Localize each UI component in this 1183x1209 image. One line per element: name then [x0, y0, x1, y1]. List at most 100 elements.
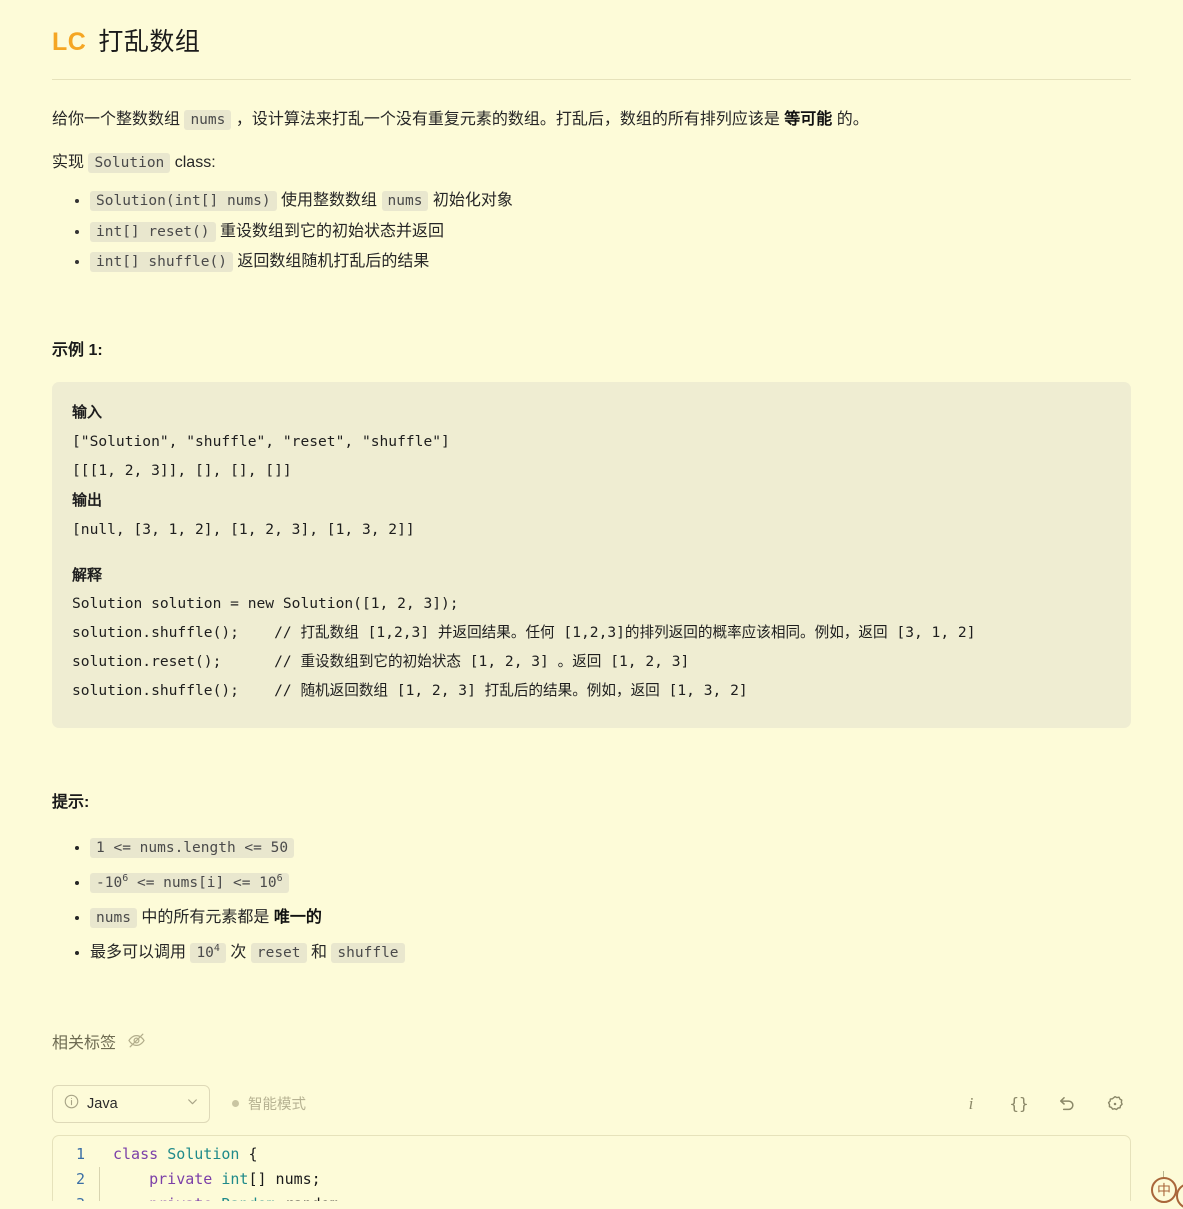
inline-code-signature: int[] shuffle() — [90, 252, 233, 273]
list-item: -106 <= nums[i] <= 106 — [90, 865, 1131, 900]
hint-text: 最多可以调用 — [90, 944, 191, 962]
desc-bold-equally-likely: 等可能 — [784, 111, 833, 128]
code-editor[interactable]: 1 class Solution { 2 private int[] nums;… — [52, 1134, 1131, 1201]
example-explain-line: solution.shuffle(); // 打乱数组 [1,2,3] 并返回结… — [72, 624, 976, 642]
call-count-exponent: 4 — [213, 943, 220, 955]
eye-off-icon[interactable] — [127, 1031, 146, 1050]
method-text-tail: 初始化对象 — [428, 191, 513, 209]
desc-text-1b: ，设计算法来打乱一个没有重复元素的数组。打乱后，数组的所有排列应该是 — [231, 111, 785, 128]
list-item: int[] reset() 重设数组到它的初始状态并返回 — [90, 217, 1131, 248]
language-select-value: Java — [87, 1095, 118, 1112]
example-heading: 示例 1: — [52, 342, 103, 360]
title-row: LC 打乱数组 — [52, 22, 1131, 58]
method-text: 重设数组到它的初始状态并返回 — [215, 222, 444, 240]
list-item: nums 中的所有元素都是 唯一的 — [90, 900, 1131, 935]
example-explain-line: solution.shuffle(); // 随机返回数组 [1, 2, 3] … — [72, 682, 748, 700]
constraint-exponent: 6 — [276, 873, 283, 885]
code-line: 3 private Random random; — [53, 1191, 1130, 1201]
constraint-pre: -10 — [96, 875, 123, 892]
desc-text-2b: class: — [170, 153, 216, 171]
code-content[interactable]: private Random random; — [97, 1191, 348, 1201]
list-item: 1 <= nums.length <= 50 — [90, 830, 1131, 865]
line-number: 3 — [53, 1192, 97, 1201]
example-explain-line: solution.reset(); // 重设数组到它的初始状态 [1, 2, … — [72, 653, 690, 671]
constraint-mid: <= nums[i] <= 10 — [128, 875, 277, 892]
related-tags-label: 相关标签 — [52, 1034, 117, 1052]
hint-text: 次 — [225, 944, 251, 962]
inline-code-constraint: -106 <= nums[i] <= 106 — [90, 873, 289, 894]
code-token: random; — [276, 1195, 348, 1201]
hint-text: 和 — [306, 944, 332, 962]
line-number: 1 — [75, 1144, 85, 1163]
undo-icon[interactable] — [1057, 1094, 1077, 1114]
code-line: 1 class Solution { — [53, 1142, 1130, 1167]
ime-indicator[interactable]: 中 — [1151, 1171, 1183, 1209]
settings-gear-icon[interactable] — [1105, 1094, 1125, 1114]
code-token: Solution — [167, 1144, 240, 1163]
ime-language-badge[interactable]: 中 — [1151, 1177, 1177, 1203]
example-explain-label: 解释 — [72, 566, 103, 584]
list-item: int[] shuffle() 返回数组随机打乱后的结果 — [90, 247, 1131, 278]
list-item: 最多可以调用 104 次 reset 和 shuffle — [90, 935, 1131, 970]
smart-mode-toggle[interactable]: 智能模式 — [232, 1093, 306, 1114]
example-spacer — [72, 545, 1111, 561]
list-item: Solution(int[] nums) 使用整数数组 nums 初始化对象 — [90, 186, 1131, 217]
code-content[interactable]: private int[] nums; — [97, 1166, 321, 1192]
inline-code-solution: Solution — [88, 152, 171, 173]
related-tags-row[interactable]: 相关标签 — [52, 1029, 1131, 1053]
desc-text-1c: 的。 — [832, 111, 869, 128]
example-output-label: 输出 — [72, 491, 103, 509]
inline-code-shuffle: shuffle — [331, 943, 405, 964]
example-input-line: ["Solution", "shuffle", "reset", "shuffl… — [72, 433, 450, 450]
smart-mode-label: 智能模式 — [248, 1097, 306, 1114]
hint-text: 中的所有元素都是 — [136, 909, 274, 927]
inline-code-reset: reset — [250, 943, 307, 964]
description-paragraph-1: 给你一个整数数组 nums ，设计算法来打乱一个没有重复元素的数组。打乱后，数组… — [52, 100, 1131, 140]
inline-code-nums: nums — [381, 190, 429, 211]
format-braces-icon[interactable]: {} — [1009, 1094, 1029, 1114]
hint-bold-unique: 唯一的 — [273, 909, 322, 927]
ime-secondary-circle — [1176, 1183, 1183, 1209]
code-token: { — [239, 1144, 258, 1163]
hints-heading: 提示: — [52, 794, 90, 812]
inline-code-signature: int[] reset() — [90, 221, 216, 242]
problem-page: LC 打乱数组 给你一个整数数组 nums ，设计算法来打乱一个没有重复元素的数… — [0, 0, 1183, 1209]
code-line: 2 private int[] nums; — [53, 1166, 1130, 1192]
description-paragraph-2: 实现 Solution class: — [52, 140, 1131, 180]
info-circle-icon — [64, 1094, 79, 1114]
problem-description: 给你一个整数数组 nums ，设计算法来打乱一个没有重复元素的数组。打乱后，数组… — [52, 80, 1131, 971]
inline-code-signature: Solution(int[] nums) — [90, 190, 277, 211]
method-text: 使用整数数组 — [276, 191, 382, 209]
language-select[interactable]: Java — [52, 1084, 210, 1123]
info-italic-icon[interactable]: i — [961, 1094, 981, 1114]
code-token: int — [221, 1169, 249, 1188]
method-text: 返回数组随机打乱后的结果 — [232, 253, 430, 271]
inline-code-nums: nums — [184, 110, 232, 130]
code-token: private — [149, 1195, 212, 1201]
editor-action-icons: i {} — [961, 1094, 1131, 1114]
page-header: LC 打乱数组 — [52, 0, 1131, 80]
leetcode-logo: LC — [52, 28, 87, 56]
inline-code-call-count: 104 — [190, 943, 226, 964]
example-input-line: [[[1, 2, 3]], [], [], []] — [72, 461, 292, 479]
hints-list: 1 <= nums.length <= 50 -10 6 <= nums[i] <… — [52, 830, 1131, 971]
code-token: private — [149, 1169, 213, 1188]
call-count-base: 10 — [196, 945, 214, 962]
desc-text-1a: 给你一个整数数组 — [52, 111, 185, 128]
inline-code-constraint: 1 <= nums.length <= 50 — [90, 837, 295, 858]
example-code-block: 输入 ["Solution", "shuffle", "reset", "shu… — [52, 382, 1131, 729]
editor-toolbar: Java 智能模式 i {} — [52, 1084, 1131, 1123]
method-list: Solution(int[] nums) 使用整数数组 nums 初始化对象 i… — [52, 186, 1131, 278]
desc-text-2a: 实现 — [52, 153, 89, 171]
code-token: class — [113, 1144, 159, 1163]
example-output-line: [null, [3, 1, 2], [1, 2, 3], [1, 3, 2]] — [72, 520, 415, 538]
code-token: Random — [221, 1195, 275, 1201]
code-content[interactable]: class Solution { — [97, 1142, 258, 1167]
chevron-down-icon — [186, 1095, 199, 1113]
inline-code-nums: nums — [90, 908, 137, 929]
status-dot-icon — [232, 1100, 239, 1108]
line-number: 2 — [75, 1169, 85, 1188]
